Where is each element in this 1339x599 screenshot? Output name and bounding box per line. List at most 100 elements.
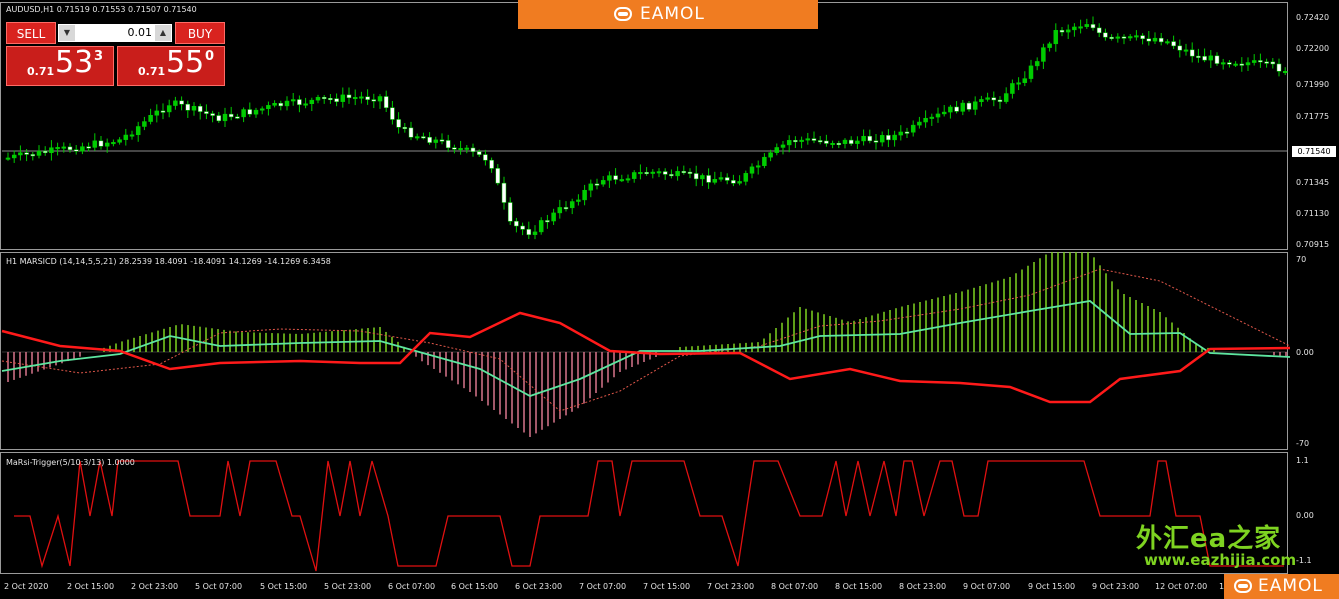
candle-body	[427, 136, 432, 143]
time-axis-label: 12 Oct 07:00	[1155, 582, 1208, 591]
candle-body	[290, 99, 296, 102]
candle-body	[774, 147, 780, 153]
time-axis-label: 2 Oct 23:00	[131, 582, 179, 591]
candle-body	[24, 152, 29, 155]
candle-body	[5, 157, 11, 160]
candle-body	[724, 177, 730, 181]
candle-body	[817, 140, 823, 143]
buy-price-prefix: 0.71	[138, 65, 166, 78]
candle-body	[67, 146, 73, 150]
candle-body	[73, 149, 79, 152]
signal-dotted-line	[1, 268, 1290, 412]
lot-size-stepper[interactable]: ▼ 0.01 ▲	[58, 24, 172, 42]
candle-body	[923, 117, 928, 123]
candle-body	[352, 97, 358, 100]
candle-body	[42, 150, 48, 154]
candle-body	[80, 146, 85, 152]
candle-body	[1028, 65, 1034, 79]
candle-body	[948, 106, 953, 113]
candle-body	[1041, 47, 1046, 62]
time-axis-label: 5 Oct 23:00	[324, 582, 372, 591]
candle-body	[867, 135, 873, 142]
candle-body	[861, 135, 866, 142]
sell-button[interactable]: SELL	[6, 22, 56, 44]
candle-body	[991, 97, 997, 101]
candle-body	[495, 168, 501, 184]
candle-body	[576, 199, 581, 202]
candle-body	[98, 140, 104, 147]
candle-body	[780, 144, 786, 148]
candle-body	[824, 140, 829, 144]
candle-body	[1264, 61, 1269, 64]
lot-decrease-icon[interactable]: ▼	[59, 25, 75, 41]
candle-body	[1177, 45, 1183, 51]
candle-body	[1245, 62, 1251, 66]
candle-body	[582, 189, 587, 201]
candle-body	[1134, 35, 1139, 38]
candle-body	[210, 113, 215, 116]
candle-body	[650, 171, 656, 174]
candle-body	[92, 140, 98, 148]
candle-body	[979, 99, 984, 103]
candle-body	[1227, 62, 1232, 65]
candle-body	[1059, 30, 1065, 33]
candle-body	[272, 103, 277, 106]
candle-body	[1251, 60, 1257, 63]
buy-quote[interactable]: 0.71 55 0	[117, 45, 225, 86]
candle-body	[545, 220, 550, 223]
candle-body	[1065, 29, 1071, 33]
candle-body	[241, 109, 246, 118]
candle-body	[501, 182, 507, 203]
candle-body	[309, 99, 315, 104]
time-axis-label: 7 Oct 15:00	[643, 582, 691, 591]
candle-body	[1121, 36, 1127, 39]
candle-body	[1053, 30, 1059, 45]
candle-body	[1202, 56, 1207, 61]
candle-body	[613, 175, 618, 180]
candle-body	[402, 126, 408, 129]
candle-body	[1022, 78, 1028, 83]
price-axis-label: 0.71775	[1296, 112, 1330, 121]
candle-body	[1047, 43, 1052, 48]
candle-body	[216, 115, 222, 122]
time-axis-label: 2 Oct 2020	[4, 582, 49, 591]
candle-body	[18, 152, 23, 156]
candle-body	[1096, 27, 1102, 34]
brand-name-top: EAMOL	[640, 4, 705, 24]
marsicd-indicator[interactable]	[0, 251, 1290, 451]
time-axis-label: 9 Oct 15:00	[1028, 582, 1076, 591]
time-axis-label: 2 Oct 15:00	[67, 582, 115, 591]
sell-quote[interactable]: 0.71 53 3	[6, 45, 114, 86]
red-line	[1, 311, 1290, 404]
brand-logo-icon	[614, 7, 632, 21]
price-axis-label: 0.71990	[1296, 80, 1330, 89]
candle-body	[414, 136, 420, 139]
marsi-trigger-indicator[interactable]	[0, 451, 1290, 575]
candle-body	[737, 181, 742, 184]
time-axis-label: 6 Oct 23:00	[515, 582, 563, 591]
candle-body	[669, 174, 674, 177]
candle-body	[1127, 36, 1133, 39]
main-teal-line	[1, 300, 1290, 397]
sell-price-pips: 53	[55, 45, 94, 80]
candle-body	[1109, 36, 1114, 39]
candle-body	[489, 159, 494, 169]
candle-body	[1183, 49, 1189, 52]
trigger-line	[14, 460, 1284, 572]
candle-body	[755, 165, 761, 168]
time-axis-label: 7 Oct 07:00	[579, 582, 627, 591]
candle-body	[743, 173, 749, 182]
candle-body	[1270, 61, 1276, 65]
candle-body	[253, 109, 259, 115]
sell-price-fraction: 3	[94, 49, 104, 64]
lot-increase-icon[interactable]: ▲	[155, 25, 171, 41]
candle-body	[371, 99, 377, 102]
lot-size-input[interactable]: 0.01	[78, 24, 153, 42]
buy-button[interactable]: BUY	[175, 22, 225, 44]
candle-body	[675, 171, 680, 177]
candle-body	[1010, 83, 1015, 94]
candle-body	[396, 119, 401, 128]
candle-body	[86, 146, 91, 149]
candle-body	[11, 154, 17, 159]
candle-body	[179, 100, 184, 105]
